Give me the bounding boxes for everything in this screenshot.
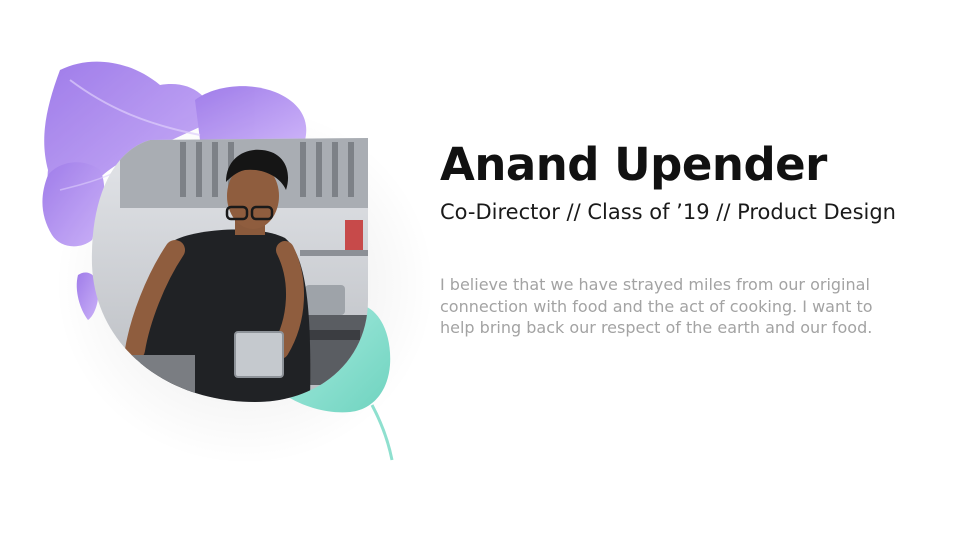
profile-slide: Anand Upender Co-Director // Class of ’1… <box>0 0 960 540</box>
profile-artwork <box>42 61 430 465</box>
person-name: Anand Upender <box>440 138 827 191</box>
person-bio: I believe that we have strayed miles fro… <box>440 275 873 337</box>
person-role: Co-Director // Class of ’19 // Product D… <box>440 200 896 224</box>
